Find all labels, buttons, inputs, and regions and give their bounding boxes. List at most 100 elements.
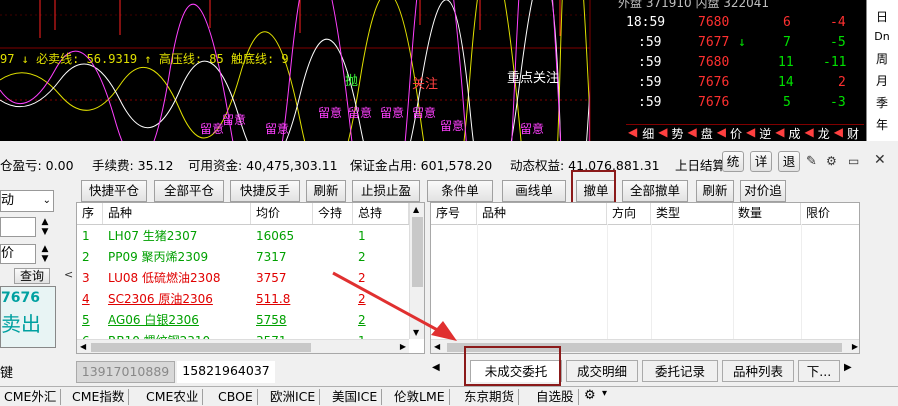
position-instrument[interactable]: AG06 白银2306 <box>103 310 251 331</box>
period-month[interactable]: 月 <box>869 72 895 89</box>
query-button[interactable]: 查询 <box>14 268 50 284</box>
line-order-button[interactable]: 画线单 <box>502 180 566 202</box>
order-type-select[interactable]: 动 ⌄ <box>0 190 54 212</box>
chase-price-button[interactable]: 对价追 <box>740 180 786 202</box>
quote-row: :59 7677 ↓ 7 -5 <box>598 35 866 54</box>
position-instrument[interactable]: LU08 低硫燃油2308 <box>103 268 251 289</box>
annotation-guanzhu: 关注 <box>412 77 439 92</box>
position-instrument[interactable]: PP09 聚丙烯2309 <box>103 247 251 268</box>
restore-icon[interactable]: ▭ <box>848 154 859 168</box>
tab-fills[interactable]: 成交明细 <box>566 360 638 382</box>
tab-order-history[interactable]: 委托记录 <box>642 360 718 382</box>
market-tab[interactable]: CME指数 <box>68 389 130 405</box>
position-cell[interactable]: 7317 <box>251 247 313 268</box>
conditional-order-button[interactable]: 条件单 <box>427 180 493 202</box>
annotation-liuyi: 留意 <box>440 119 465 133</box>
price-type-field[interactable]: 价 <box>0 244 36 264</box>
sell-price: 7676 <box>1 290 40 306</box>
position-cell[interactable]: 1 <box>77 226 103 247</box>
position-pnl: 仓盈亏: 0.00 <box>0 158 74 173</box>
position-instrument[interactable]: LH07 生猪2307 <box>103 226 251 247</box>
quote-price: 7680 <box>698 15 730 30</box>
quote-row: :59 7680 11 -11 <box>598 55 866 74</box>
gear-icon[interactable]: ⚙ <box>584 388 596 403</box>
quick-close-button[interactable]: 快捷平仓 <box>81 180 147 202</box>
stop-loss-profit-button[interactable]: 止损止盈 <box>352 180 420 202</box>
tab-more[interactable]: 下... <box>798 360 840 382</box>
market-tab[interactable]: 自选股 <box>532 389 579 405</box>
indicator-chart[interactable]: 0 -50.0 97 ↓ 必卖线: 56.9319 ↑ 高压线: 85 触底线:… <box>0 0 598 141</box>
quote-row: 18:59 7680 6 -4 <box>598 15 866 34</box>
position-cell[interactable]: 5758 <box>251 310 313 331</box>
exit-button[interactable]: 退 <box>778 151 800 172</box>
refresh-orders-button[interactable]: 刷新 <box>696 180 734 202</box>
quick-reverse-button[interactable]: 快捷反手 <box>230 180 300 202</box>
quote-tab[interactable]: 盘 <box>698 125 716 141</box>
annotation-liuyi: 留意 <box>222 113 247 127</box>
position-cell[interactable]: 5 <box>77 310 103 331</box>
quick-order-panel: 动 ⌄ ▲ ▼ 价 ▲ ▼ 查询 7676 卖出 键 < <box>0 178 73 386</box>
market-tab[interactable]: 伦敦LME <box>390 389 450 405</box>
price-stepper[interactable]: ▲ ▼ <box>38 244 52 264</box>
account-summary-bar: 仓盈亏: 0.00 手续费: 35.12 可用资金: 40,475,303.11… <box>0 150 898 174</box>
close-icon[interactable]: ✕ <box>874 152 886 168</box>
chevron-down-icon[interactable]: ▾ <box>602 388 607 399</box>
quote-header: 外盘 371910 内盘 322041 <box>618 0 770 10</box>
annotation-liuyi: 留意 <box>520 122 545 136</box>
fee: 手续费: 35.12 <box>92 158 174 173</box>
position-cell[interactable]: 3757 <box>251 268 313 289</box>
quote-tab[interactable]: 价 <box>727 125 745 141</box>
market-tab[interactable]: 欧洲ICE <box>266 389 321 405</box>
tab-scroll-left-icon[interactable]: ◀ <box>432 362 440 373</box>
quote-tab[interactable]: 成 <box>785 125 803 141</box>
stats-button[interactable]: 统 <box>722 151 744 172</box>
detail-button[interactable]: 详 <box>750 151 772 172</box>
position-cell[interactable]: 2 <box>77 247 103 268</box>
refresh-positions-button[interactable]: 刷新 <box>306 180 346 202</box>
annotation-liuyi: 留意 <box>318 106 343 120</box>
tab-scroll-right-icon[interactable]: ▶ <box>844 362 852 373</box>
quote-tab-bar: ◀ 细 ◀ 势 ◀ 盘 ◀ 价 ◀ 逆 ◀ 成 ◀ 龙 ◀ 财 <box>626 124 864 141</box>
quote-change: -4 <box>830 15 846 30</box>
col-header: 限价 <box>801 203 859 224</box>
sell-button[interactable]: 7676 卖出 <box>0 286 56 348</box>
quote-tab[interactable]: 细 <box>639 125 657 141</box>
market-tab[interactable]: CME农业 <box>142 389 204 405</box>
market-tab[interactable]: CME外汇 <box>0 389 62 405</box>
market-tab[interactable]: 东京期货 <box>460 389 520 405</box>
quote-tab[interactable]: 龙 <box>815 125 833 141</box>
quote-tab[interactable]: 逆 <box>756 125 774 141</box>
col-header: 序 <box>77 203 103 224</box>
position-cell[interactable]: 16065 <box>251 226 313 247</box>
position-cell[interactable]: 3 <box>77 268 103 289</box>
quote-row: :59 7676 5 -3 <box>598 95 866 114</box>
cancel-all-button[interactable]: 全部撤单 <box>622 180 688 202</box>
col-header: 品种 <box>477 203 607 224</box>
period-week[interactable]: 周 <box>869 50 895 67</box>
market-tab[interactable]: 美国ICE <box>328 389 383 405</box>
quote-tab[interactable]: 势 <box>668 125 686 141</box>
settings-icon[interactable]: ⚙ <box>826 154 837 168</box>
qty-stepper[interactable]: ▲ ▼ <box>38 217 52 237</box>
account-tab[interactable]: 13917010889 <box>76 361 175 383</box>
close-all-button[interactable]: 全部平仓 <box>154 180 224 202</box>
period-day[interactable]: 日 <box>869 8 895 25</box>
margin-used: 保证金占用: 601,578.20 <box>350 158 493 173</box>
quote-tab[interactable]: 财 <box>844 125 862 141</box>
position-cell[interactable]: 511.8 <box>251 289 313 310</box>
position-cell[interactable]: 4 <box>77 289 103 310</box>
period-sidebar: 日 Dn 周 月 季 年 <box>866 0 898 141</box>
period-dn[interactable]: Dn <box>869 30 895 43</box>
market-tab[interactable]: CBOE <box>214 389 258 405</box>
quote-time: 18:59 <box>626 15 666 30</box>
period-quarter[interactable]: 季 <box>869 94 895 111</box>
position-instrument[interactable]: SC2306 原油2306 <box>103 289 251 310</box>
tab-instrument-list[interactable]: 品种列表 <box>722 360 794 382</box>
position-cell[interactable]: 1 <box>353 226 409 247</box>
position-cell[interactable] <box>313 226 353 247</box>
account-tab-active[interactable]: 15821964037 <box>177 361 275 383</box>
period-year[interactable]: 年 <box>869 116 895 133</box>
qty-input[interactable] <box>0 217 36 237</box>
collapse-left-icon[interactable]: < <box>64 268 73 281</box>
pin-icon[interactable]: ✎ <box>806 154 817 169</box>
